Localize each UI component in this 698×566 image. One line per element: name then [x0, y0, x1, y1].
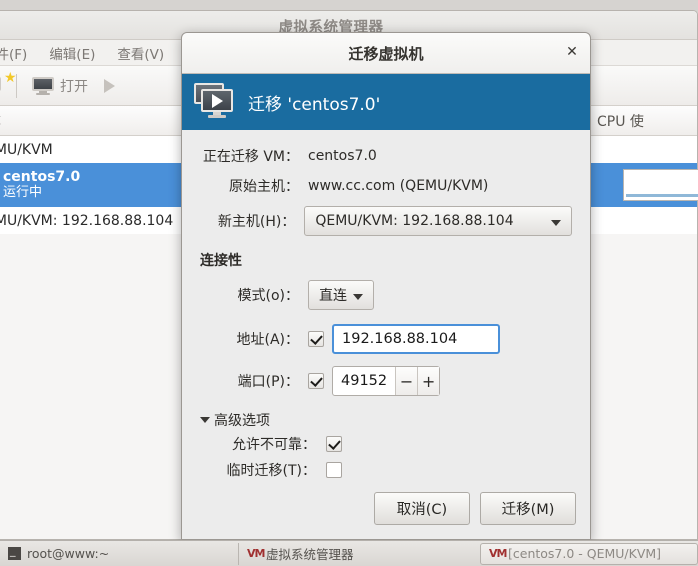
taskbar-item-virt-manager-label: 虚拟系统管理器: [266, 547, 354, 562]
port-input-value[interactable]: 49152: [333, 367, 395, 395]
field-migrating-vm: 正在迁移 VM： centos7.0: [200, 146, 572, 166]
new-vm-button[interactable]: ★: [0, 71, 17, 98]
taskbar-item-terminal-label: root@www:~: [27, 546, 110, 561]
field-new-host: 新主机(H)： QEMU/KVM: 192.168.88.104: [200, 206, 572, 236]
address-input-value: 192.168.88.104: [342, 331, 458, 347]
original-host-label: 原始主机：: [229, 179, 299, 195]
migrate-vm-monitor-icon: [194, 83, 236, 121]
menu-edit[interactable]: 编辑(E): [38, 41, 106, 65]
address-input[interactable]: 192.168.88.104: [332, 324, 500, 354]
allow-unsafe-label: 允许不可靠：: [232, 437, 316, 453]
open-button-label: 打开: [60, 78, 88, 95]
menu-file[interactable]: 文件(F): [0, 41, 38, 65]
original-host-value: www.cc.com (QEMU/KVM): [308, 178, 489, 194]
mode-label: 模式(o)：: [237, 288, 300, 304]
play-triangle-icon: [104, 78, 115, 93]
cancel-button[interactable]: 取消(C): [374, 492, 470, 525]
port-decrement-button[interactable]: −: [395, 367, 418, 395]
triangle-down-icon: [200, 417, 210, 423]
open-button[interactable]: 打开: [24, 73, 96, 99]
column-header-cpu-label: CPU 使: [597, 113, 644, 130]
taskbar-item-terminal[interactable]: root@www:~: [0, 543, 238, 565]
port-checkbox[interactable]: [308, 373, 324, 389]
monitor-icon: [32, 76, 54, 95]
migrating-vm-value: centos7.0: [308, 148, 377, 164]
close-icon[interactable]: ✕: [564, 45, 580, 61]
dialog-body: 正在迁移 VM： centos7.0 原始主机： www.cc.com (QEM…: [182, 130, 590, 480]
terminal-icon: [8, 544, 21, 560]
column-header-name-label: 名称: [0, 111, 1, 131]
dialog-title: 迁移虚拟机: [348, 45, 424, 63]
taskbar: root@www:~ VM 虚拟系统管理器 VM [centos7.0 - QE…: [0, 540, 698, 566]
port-label: 端口(P)：: [237, 374, 299, 390]
field-allow-unsafe: 允许不可靠：: [200, 434, 572, 454]
screen: 虚拟系统管理器 文件(F) 编辑(E) 查看(V) ★ 打开: [0, 0, 698, 566]
connectivity-section-title: 连接性: [200, 253, 242, 269]
vm-state-label: 运行中: [3, 184, 43, 200]
dialog-titlebar: 迁移虚拟机 ✕: [182, 33, 590, 74]
migrate-vm-dialog: 迁移虚拟机 ✕ 迁移 'centos7.0' 正在迁移 VM： centos7.…: [181, 32, 591, 540]
mode-select[interactable]: 直连: [308, 280, 374, 310]
field-address: 地址(A)： 192.168.88.104: [200, 324, 572, 354]
address-checkbox[interactable]: [308, 331, 324, 347]
chevron-down-icon: [353, 294, 363, 300]
field-mode: 模式(o)： 直连: [200, 280, 572, 310]
advanced-options-label: 高级选项: [214, 413, 270, 429]
taskbar-item-centos-console-label: [centos7.0 - QEMU/KVM]: [508, 546, 662, 561]
list-item-host-label: QEMU/KVM: [0, 141, 53, 158]
taskbar-item-centos-console[interactable]: VM [centos7.0 - QEMU/KVM]: [480, 542, 698, 565]
port-increment-button[interactable]: +: [417, 367, 439, 395]
new-host-select-value: QEMU/KVM: 192.168.88.104: [315, 213, 514, 229]
allow-unsafe-checkbox[interactable]: [326, 436, 342, 452]
field-temporary-migration: 临时迁移(T)：: [200, 460, 572, 480]
new-vm-monitor-icon: ★: [0, 71, 17, 95]
list-item-host-remote-label: QEMU/KVM: 192.168.88.104: [0, 212, 174, 229]
vm-icon: VM: [247, 547, 265, 560]
vm-icon: VM: [489, 547, 507, 560]
cpu-usage-sparkline: [623, 169, 698, 201]
dialog-banner: 迁移 'centos7.0': [182, 74, 590, 130]
dialog-banner-text: 迁移 'centos7.0': [248, 94, 381, 115]
column-header-cpu[interactable]: CPU 使: [587, 106, 644, 135]
vm-name-label: centos7.0: [3, 169, 81, 186]
mode-select-value: 直连: [319, 288, 347, 304]
chevron-down-icon: [551, 220, 561, 226]
temporary-migration-label: 临时迁移(T)：: [226, 463, 316, 479]
advanced-options-toggle[interactable]: 高级选项: [200, 410, 572, 430]
migrate-button[interactable]: 迁移(M): [480, 492, 576, 525]
dialog-actions: 取消(C) 迁移(M): [374, 492, 576, 525]
run-vm-button[interactable]: [96, 76, 123, 96]
migrating-vm-label: 正在迁移 VM：: [202, 149, 299, 165]
temporary-migration-checkbox[interactable]: [326, 462, 342, 478]
field-original-host: 原始主机： www.cc.com (QEMU/KVM): [200, 176, 572, 196]
new-host-label: 新主机(H)：: [217, 214, 296, 230]
new-host-select[interactable]: QEMU/KVM: 192.168.88.104: [304, 206, 572, 236]
field-port: 端口(P)： 49152 − +: [200, 366, 572, 396]
menu-view[interactable]: 查看(V): [106, 41, 175, 65]
address-label: 地址(A)：: [236, 332, 299, 348]
port-stepper[interactable]: 49152 − +: [332, 366, 440, 396]
taskbar-item-virt-manager[interactable]: VM 虚拟系统管理器: [238, 542, 478, 565]
